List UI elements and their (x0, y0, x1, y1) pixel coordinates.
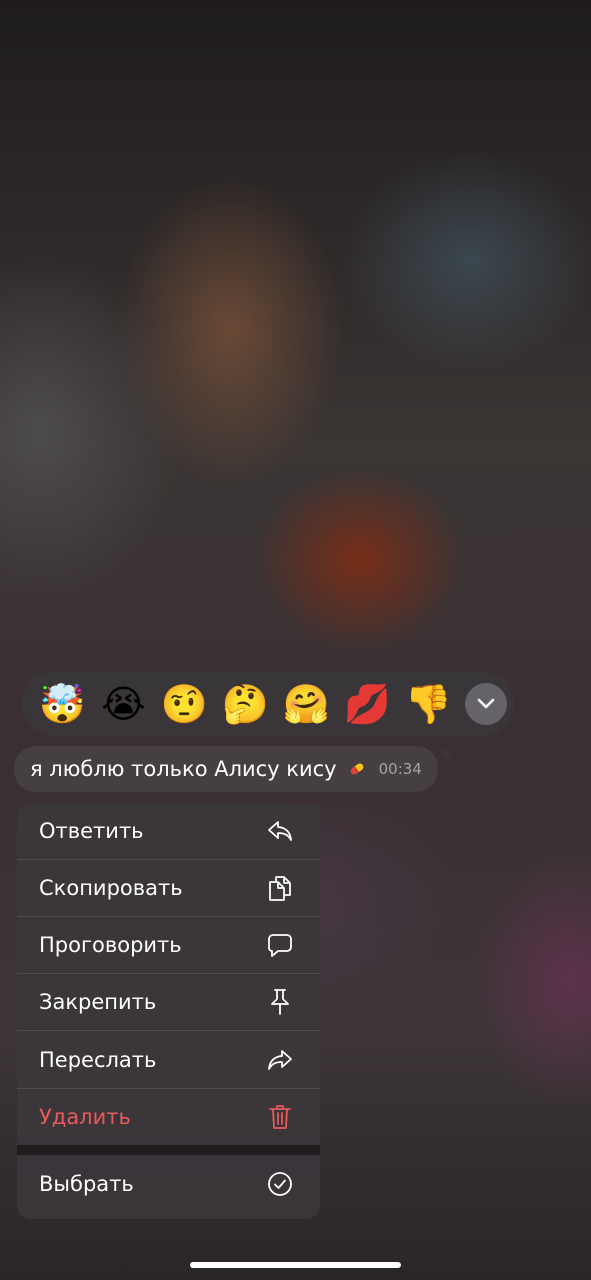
menu-item-speak[interactable]: Проговорить (17, 917, 320, 974)
chevron-down-icon (477, 698, 495, 709)
copy-icon (266, 874, 294, 902)
menu-item-copy[interactable]: Скопировать (17, 860, 320, 917)
reaction-thinking[interactable]: 🤔 (215, 674, 276, 734)
menu-item-reply[interactable]: Ответить (17, 803, 320, 860)
menu-label-reply: Ответить (39, 819, 144, 843)
pill-icon (347, 759, 367, 779)
message-bubble[interactable]: я люблю только Алису кису 00:34 (14, 746, 438, 792)
expand-reactions-button[interactable] (465, 683, 507, 725)
message-time: 00:34 (378, 760, 422, 778)
menu-label-forward: Переслать (39, 1047, 157, 1072)
checkmark-circle-icon (266, 1170, 294, 1198)
menu-item-forward[interactable]: Переслать (17, 1031, 320, 1088)
menu-item-pin[interactable]: Закрепить (17, 974, 320, 1031)
reaction-bar: 🤯 😭 🤨 🤔 🤗 💋 👎 (22, 672, 514, 736)
reaction-hugging[interactable]: 🤗 (276, 674, 337, 734)
menu-item-select[interactable]: Выбрать (17, 1155, 320, 1212)
menu-label-pin: Закрепить (39, 990, 157, 1014)
context-menu: Ответить Скопировать Проговорить Закрепи… (17, 803, 320, 1219)
reaction-bar-tail (441, 748, 451, 758)
reaction-thumbs-down[interactable]: 👎 (398, 674, 459, 734)
pin-icon (266, 988, 294, 1016)
menu-group-separator (17, 1145, 320, 1155)
trash-icon (266, 1103, 294, 1131)
menu-item-delete[interactable]: Удалить (17, 1088, 320, 1145)
menu-label-select: Выбрать (39, 1171, 134, 1196)
menu-label-copy: Скопировать (39, 876, 183, 900)
speech-bubble-icon (266, 931, 294, 959)
message-text: я люблю только Алису кису (30, 757, 337, 781)
reaction-exploding-head[interactable]: 🤯 (32, 674, 93, 734)
reply-icon (266, 817, 294, 845)
reaction-loudly-crying[interactable]: 😭 (93, 674, 154, 734)
reaction-raised-eyebrow[interactable]: 🤨 (154, 674, 215, 734)
reaction-kiss-mark[interactable]: 💋 (337, 674, 398, 734)
menu-label-delete: Удалить (39, 1105, 131, 1129)
home-indicator[interactable] (190, 1262, 401, 1268)
menu-label-speak: Проговорить (39, 933, 182, 957)
forward-icon (266, 1046, 294, 1074)
